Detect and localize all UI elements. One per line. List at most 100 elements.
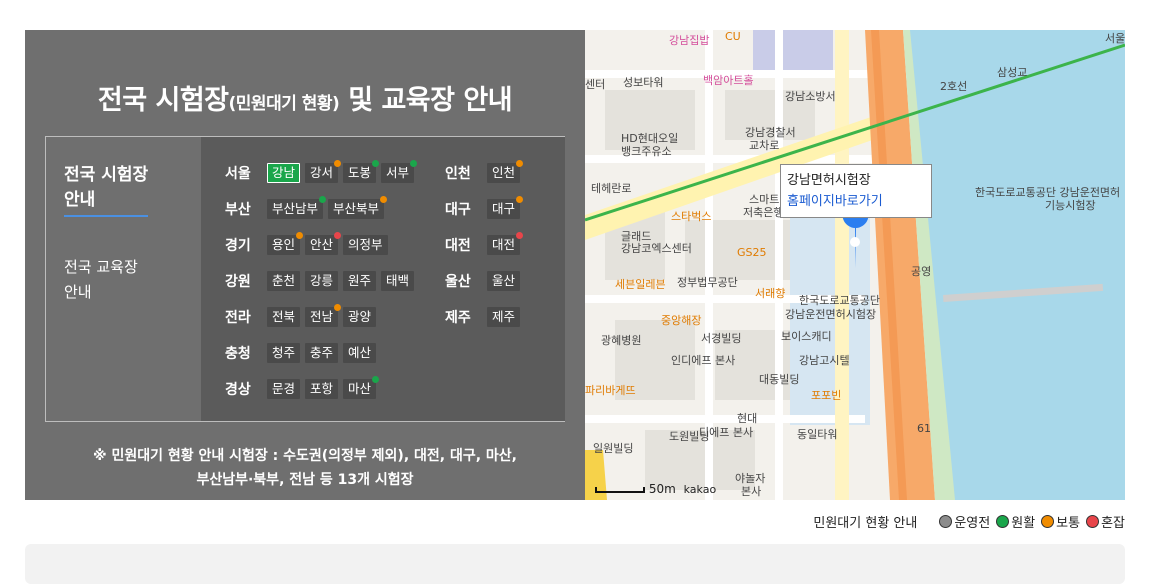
region-name: 경상 bbox=[225, 382, 251, 398]
exam-center-chip[interactable]: 포항 bbox=[305, 379, 339, 399]
region-name: 경기 bbox=[225, 238, 251, 254]
map-poi-label: 기능시험장 bbox=[1045, 199, 1096, 212]
status-dot bbox=[296, 232, 304, 239]
status-dot bbox=[334, 232, 342, 239]
exam-center-chip[interactable]: 안산 bbox=[305, 232, 342, 255]
map-poi-label: 백암아트홀 bbox=[703, 74, 754, 87]
map-poi-label: 저축은행 bbox=[743, 206, 784, 219]
map-poi-label: 도원빌딩 bbox=[669, 430, 710, 443]
exam-center-chip[interactable]: 제주 bbox=[487, 307, 521, 327]
map-poi-label: 강남고시텔 bbox=[799, 354, 850, 367]
exam-center-chip[interactable]: 태백 bbox=[381, 271, 415, 291]
region-name: 인천 bbox=[445, 166, 471, 182]
region-row: 서울 강남 강서 도봉 서부 bbox=[225, 160, 419, 185]
map-poi-label: 세븐일레븐 bbox=[615, 278, 666, 291]
map-poi-label: 뱅크주유소 bbox=[621, 145, 672, 158]
exam-center-chip[interactable]: 강서 bbox=[305, 160, 342, 183]
exam-center-chip[interactable]: 춘천 bbox=[267, 271, 301, 291]
nav-exam-centers[interactable]: 전국 시험장 안내 bbox=[64, 163, 149, 217]
status-dot bbox=[372, 376, 380, 383]
exam-center-chip[interactable]: 울산 bbox=[487, 271, 521, 291]
status-legend: 민원대기 현황 안내 운영전 원활 보통 혼잡 bbox=[813, 512, 1125, 531]
region-row: 대전 대전 bbox=[445, 232, 525, 257]
exam-center-chip[interactable]: 부산남부 bbox=[267, 196, 327, 219]
homepage-link[interactable]: 홈페이지바로가기 bbox=[787, 191, 925, 212]
status-dot bbox=[380, 196, 388, 203]
status-dot bbox=[410, 160, 418, 167]
exam-center-chip[interactable]: 대구 bbox=[487, 196, 524, 219]
map-poi-label: 대동빌딩 bbox=[759, 373, 800, 386]
map-poi-label: 서래향 bbox=[755, 287, 786, 300]
map-poi-label: 테헤란로 bbox=[591, 182, 632, 195]
exam-center-chip[interactable]: 서부 bbox=[381, 160, 418, 183]
map-poi-label: 센터 bbox=[585, 78, 606, 91]
exam-center-chip[interactable]: 마산 bbox=[343, 376, 380, 399]
map-poi-label: 서경빌딩 bbox=[701, 332, 742, 345]
map-poi-label: 파리바게뜨 bbox=[585, 384, 636, 397]
map-poi-label: 인디에프 본사 bbox=[671, 354, 736, 367]
status-dot bbox=[372, 160, 380, 167]
exam-center-chip[interactable]: 문경 bbox=[267, 379, 301, 399]
region-name: 충청 bbox=[225, 346, 251, 362]
map-poi-label: 61 bbox=[917, 422, 931, 435]
map-poi-label: 광혜병원 bbox=[601, 334, 642, 347]
map-poi-label: 본사 bbox=[741, 485, 762, 498]
notice-text: ※ 민원대기 현황 안내 시험장 : 수도권(의정부 제외), 대전, 대구, … bbox=[92, 448, 518, 488]
exam-center-panel: 전국 시험장(민원대기 현황) 및 교육장 안내 전국 시험장 안내 전국 교육장… bbox=[25, 30, 585, 500]
exam-center-chip[interactable]: 원주 bbox=[343, 271, 377, 291]
exam-center-chip[interactable]: 예산 bbox=[343, 343, 377, 363]
map-poi-label: 포포빈 bbox=[811, 389, 842, 402]
legend-item: 운영전 bbox=[939, 512, 990, 531]
exam-center-chip[interactable]: 도봉 bbox=[343, 160, 380, 183]
map-graphic bbox=[585, 30, 1125, 500]
region-row: 전라 전북 전남 광양 bbox=[225, 304, 381, 329]
exam-center-chip[interactable]: 의정부 bbox=[343, 235, 388, 255]
map-poi-label: 교차로 bbox=[749, 139, 780, 152]
region-name: 부산 bbox=[225, 202, 251, 218]
exam-center-chip[interactable]: 강릉 bbox=[305, 271, 339, 291]
map-poi-label: 보이스캐디 bbox=[781, 330, 832, 343]
map-poi-label: 서울 bbox=[1105, 32, 1125, 45]
region-name: 강원 bbox=[225, 274, 251, 290]
legend-color-dot bbox=[1086, 515, 1100, 528]
nav-education-centers[interactable]: 전국 교육장 안내 bbox=[64, 255, 138, 305]
legend-item: 보통 bbox=[1041, 512, 1080, 531]
exam-center-chip[interactable]: 부산북부 bbox=[328, 196, 388, 219]
legend-item: 혼잡 bbox=[1086, 512, 1125, 531]
region-row: 부산 부산남부 부산북부 bbox=[225, 196, 389, 221]
map-poi-label: 성보타워 bbox=[623, 76, 664, 89]
legend-color-dot bbox=[939, 515, 953, 528]
map-poi-label: 강남코엑스센터 bbox=[621, 242, 692, 255]
region-name: 전라 bbox=[225, 310, 251, 326]
map-poi-label: 삼성교 bbox=[997, 66, 1028, 79]
exam-center-chip[interactable]: 청주 bbox=[267, 343, 301, 363]
exam-center-chip[interactable]: 전북 bbox=[267, 307, 301, 327]
map-poi-label: 동일타워 bbox=[797, 428, 838, 441]
region-row: 대구 대구 bbox=[445, 196, 525, 221]
region-row: 제주 제주 bbox=[445, 305, 525, 329]
region-row: 충청 청주 충주 예산 bbox=[225, 341, 381, 365]
map-poi-label: 공영 bbox=[911, 265, 932, 278]
status-dot bbox=[516, 160, 524, 167]
map-poi-label: 강남운전면허시험장 bbox=[785, 308, 877, 321]
region-name: 서울 bbox=[225, 166, 251, 182]
region-name: 대구 bbox=[445, 202, 471, 218]
legend-color-dot bbox=[996, 515, 1010, 528]
map-poi-label: GS25 bbox=[737, 246, 767, 259]
exam-center-chip[interactable]: 광양 bbox=[343, 307, 377, 327]
status-dot bbox=[319, 196, 327, 203]
map-poi-label: 강남소방서 bbox=[785, 90, 836, 103]
map-poi-label: 정부법무공단 bbox=[677, 276, 738, 289]
center-selector-box: 전국 시험장 안내 전국 교육장 안내 서울 강남 강서 도봉 서부부산 부산남부 부산북부경기… bbox=[45, 136, 565, 422]
status-dot bbox=[334, 304, 342, 311]
exam-center-chip[interactable]: 강남 bbox=[267, 163, 301, 183]
region-name: 울산 bbox=[445, 274, 471, 290]
side-nav: 전국 시험장 안내 전국 교육장 안내 bbox=[46, 137, 201, 421]
exam-center-chip[interactable]: 전남 bbox=[305, 304, 342, 327]
status-dot bbox=[334, 160, 342, 167]
exam-center-chip[interactable]: 충주 bbox=[305, 343, 339, 363]
exam-center-chip[interactable]: 대전 bbox=[487, 232, 524, 255]
map-view[interactable]: 강남집밥 CU 백암아트홀 성보타워 강남소방서 HD현대오일 뱅크주유소 강남경찰서 교차로 스… bbox=[585, 30, 1125, 500]
exam-center-chip[interactable]: 인천 bbox=[487, 160, 524, 183]
exam-center-chip[interactable]: 용인 bbox=[267, 232, 304, 255]
